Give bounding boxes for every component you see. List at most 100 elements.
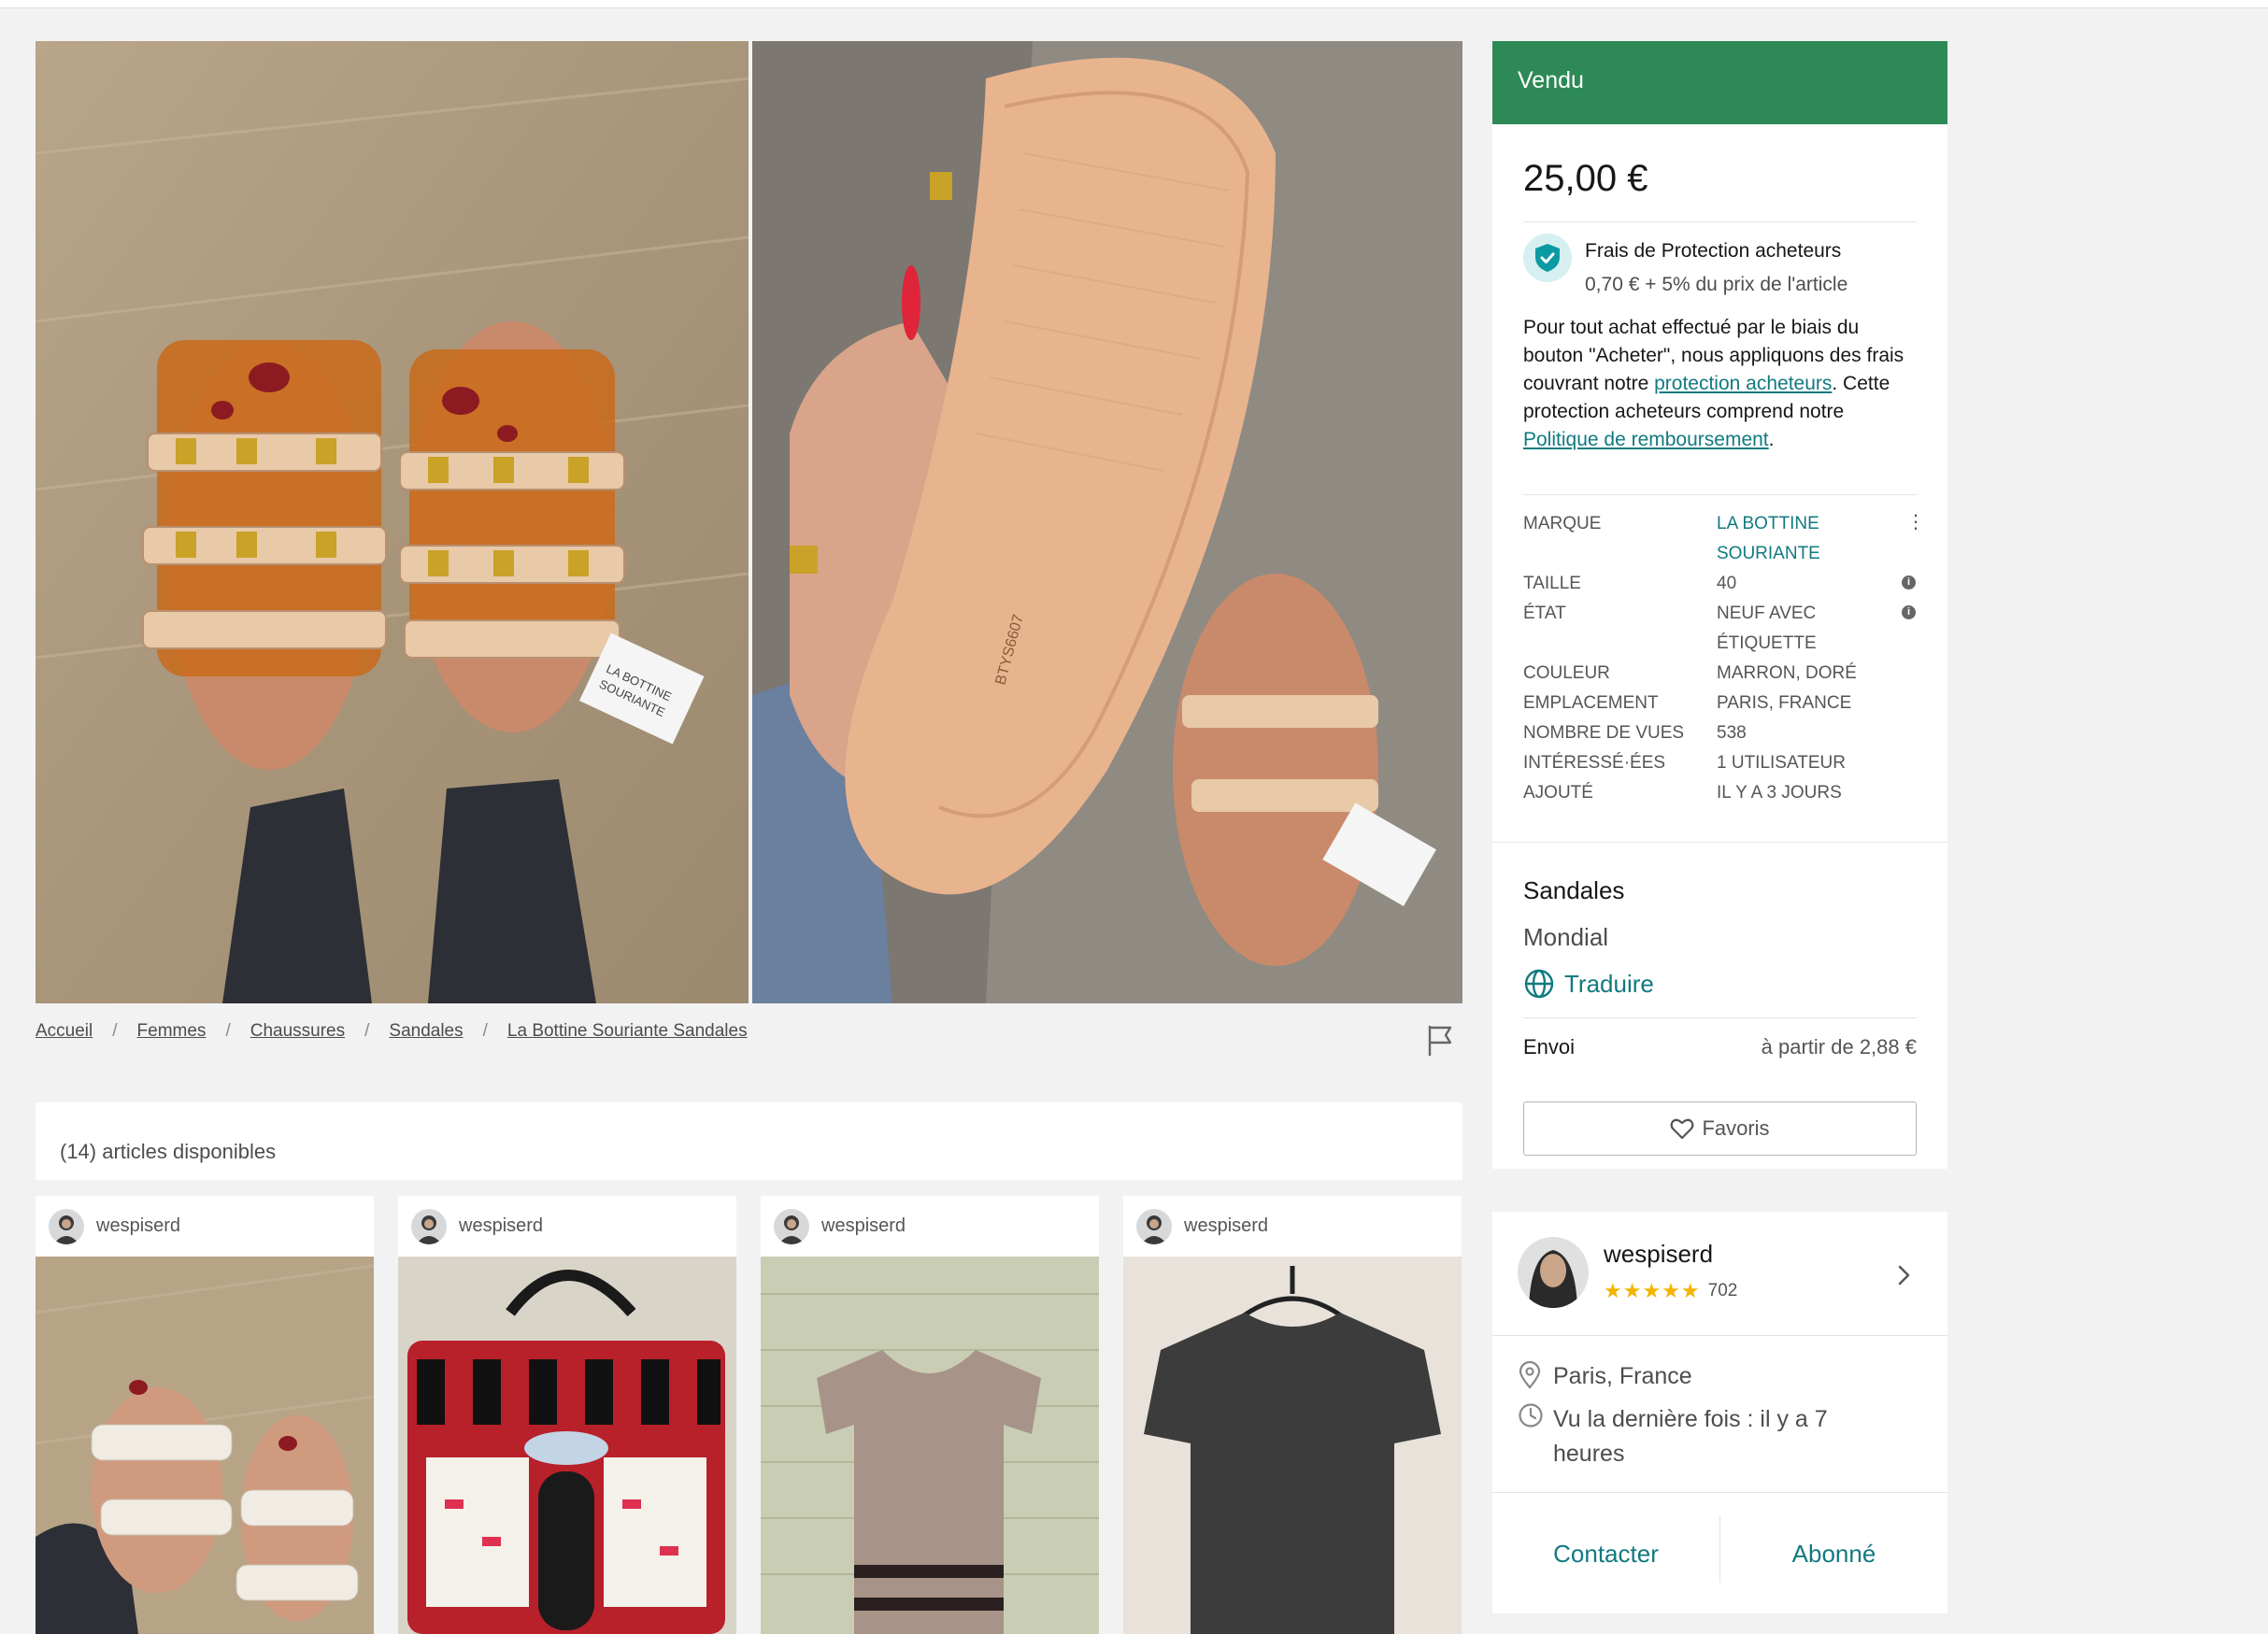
- divider: [1523, 1017, 1917, 1018]
- location-pin-icon: [1518, 1360, 1542, 1394]
- detail-row-added: AJOUTÉ IL Y A 3 JOURS: [1523, 778, 1917, 808]
- item-price: 25,00 €: [1523, 158, 1648, 199]
- kebab-icon[interactable]: ⋮: [1906, 509, 1925, 535]
- refund-policy-link[interactable]: Politique de remboursement: [1523, 429, 1769, 450]
- closet-item-username[interactable]: wespiserd: [821, 1215, 906, 1237]
- closet-item-image[interactable]: [398, 1257, 736, 1634]
- closet-item-image[interactable]: [36, 1257, 374, 1634]
- detail-key: EMPLACEMENT: [1523, 693, 1659, 713]
- chevron-right-icon[interactable]: [1894, 1263, 1913, 1292]
- detail-value: 538: [1717, 723, 1747, 743]
- translate-label: Traduire: [1564, 969, 1654, 998]
- detail-key: INTÉRESSÉ·ÉES: [1523, 753, 1666, 773]
- breadcrumb-brand-sandals[interactable]: La Bottine Souriante Sandales: [507, 1021, 748, 1042]
- detail-value: 40: [1717, 574, 1737, 593]
- closet-item-card[interactable]: wespiserd: [36, 1196, 374, 1634]
- seller-location: Paris, France: [1553, 1363, 1692, 1389]
- clock-icon: [1518, 1402, 1544, 1433]
- breadcrumb-home[interactable]: Accueil: [36, 1021, 93, 1042]
- detail-key: AJOUTÉ: [1523, 783, 1593, 803]
- brand-link[interactable]: LA BOTTINE SOURIANTE: [1717, 509, 1847, 569]
- protection-text-part: .: [1768, 429, 1775, 450]
- seller-actions: Contacter Abonné: [1492, 1492, 1947, 1613]
- detail-row-color: COULEUR MARRON, DORÉ: [1523, 659, 1917, 689]
- follow-button[interactable]: Abonné: [1720, 1493, 1947, 1614]
- detail-key: TAILLE: [1523, 574, 1581, 593]
- shield-check-icon: [1523, 234, 1572, 282]
- item-photo-2[interactable]: BTYS6607: [752, 41, 1462, 1003]
- closet-item-header: wespiserd: [36, 1196, 374, 1257]
- item-details-table: MARQUE LA BOTTINE SOURIANTE ⋮ TAILLE 40 …: [1523, 509, 1925, 808]
- favorite-button[interactable]: Favoris: [1523, 1101, 1917, 1156]
- avatar[interactable]: [49, 1208, 84, 1244]
- heart-icon: [1670, 1118, 1694, 1140]
- closet-item-header: wespiserd: [761, 1196, 1099, 1257]
- detail-value: MARRON, DORÉ: [1717, 663, 1857, 683]
- breadcrumb-shoes[interactable]: Chaussures: [250, 1021, 345, 1042]
- review-count[interactable]: 702: [1708, 1281, 1738, 1301]
- top-bar: [0, 0, 2268, 8]
- closet-item-image[interactable]: [1123, 1257, 1462, 1634]
- seller-avatar[interactable]: [1518, 1237, 1589, 1308]
- detail-key: NOMBRE DE VUES: [1523, 723, 1685, 743]
- breadcrumb-separator: /: [482, 1021, 488, 1041]
- sold-status-banner: Vendu: [1492, 41, 1947, 124]
- detail-value: IL Y A 3 JOURS: [1717, 783, 1842, 803]
- available-items-header: (14) articles disponibles: [36, 1102, 1462, 1180]
- closet-item-username[interactable]: wespiserd: [96, 1215, 180, 1237]
- closet-item-card[interactable]: wespiserd: [761, 1196, 1099, 1634]
- divider: [1523, 221, 1917, 222]
- buyer-protection-link[interactable]: protection acheteurs: [1654, 373, 1832, 394]
- info-icon[interactable]: i: [1902, 575, 1916, 590]
- star-rating-icon: ★★★★★: [1604, 1279, 1701, 1302]
- seller-username[interactable]: wespiserd: [1604, 1240, 1713, 1269]
- closet-item-header: wespiserd: [398, 1196, 736, 1257]
- detail-row-location: EMPLACEMENT PARIS, FRANCE: [1523, 689, 1917, 718]
- closet-item-image[interactable]: [761, 1257, 1099, 1634]
- info-icon[interactable]: i: [1902, 605, 1916, 619]
- shipping-label: Envoi: [1523, 1035, 1576, 1059]
- closet-item-card[interactable]: wespiserd: [398, 1196, 736, 1634]
- avatar[interactable]: [1136, 1208, 1172, 1244]
- avatar[interactable]: [774, 1208, 809, 1244]
- detail-row-interested: INTÉRESSÉ·ÉES 1 UTILISATEUR: [1523, 748, 1917, 778]
- detail-key: MARQUE: [1523, 514, 1602, 533]
- buyer-protection-text: Pour tout achat effectué par le biais du…: [1523, 314, 1920, 454]
- seller-card: wespiserd ★★★★★ 702 Paris, France Vu la …: [1492, 1212, 1947, 1613]
- breadcrumb-separator: /: [225, 1021, 231, 1041]
- buyer-protection-title: Frais de Protection acheteurs: [1585, 240, 1842, 262]
- closet-item-username[interactable]: wespiserd: [1184, 1215, 1268, 1237]
- detail-key: COULEUR: [1523, 663, 1610, 683]
- detail-value: 1 UTILISATEUR: [1717, 753, 1846, 773]
- seller-rating: ★★★★★ 702: [1604, 1279, 1737, 1303]
- detail-row-condition: ÉTAT NEUF AVEC ÉTIQUETTE i: [1523, 599, 1917, 659]
- status-label: Vendu: [1518, 67, 1584, 93]
- divider: [1523, 494, 1917, 495]
- detail-value: PARIS, FRANCE: [1717, 693, 1852, 713]
- divider: [1492, 842, 1947, 843]
- seller-last-seen: Vu la dernière fois : il y a 7 heures: [1553, 1406, 1828, 1467]
- breadcrumb-women[interactable]: Femmes: [137, 1021, 207, 1042]
- divider: [1492, 1335, 1947, 1336]
- item-title: Sandales: [1523, 876, 1625, 904]
- breadcrumb-separator: /: [112, 1021, 118, 1041]
- detail-row-views: NOMBRE DE VUES 538: [1523, 718, 1917, 748]
- detail-key: ÉTAT: [1523, 604, 1566, 623]
- breadcrumb-sandals[interactable]: Sandales: [389, 1021, 463, 1042]
- detail-value: NEUF AVEC ÉTIQUETTE: [1717, 604, 1817, 653]
- closet-item-username[interactable]: wespiserd: [459, 1215, 543, 1237]
- globe-icon: [1524, 969, 1554, 999]
- available-items-label: (14) articles disponibles: [60, 1140, 277, 1163]
- closet-item-card[interactable]: wespiserd: [1123, 1196, 1462, 1634]
- detail-row-brand: MARQUE LA BOTTINE SOURIANTE ⋮: [1523, 509, 1925, 569]
- detail-row-size: TAILLE 40 i: [1523, 569, 1917, 599]
- avatar[interactable]: [411, 1208, 447, 1244]
- buyer-protection-fee: 0,70 € + 5% du prix de l'article: [1585, 274, 1848, 295]
- item-photo-1[interactable]: LA BOTTINE SOURIANTE: [36, 41, 749, 1003]
- breadcrumb-separator: /: [364, 1021, 370, 1041]
- translate-button[interactable]: Traduire: [1523, 968, 1654, 1000]
- flag-icon[interactable]: [1426, 1024, 1456, 1058]
- item-description: Mondial: [1523, 923, 1609, 951]
- item-details-panel: 25,00 € Frais de Protection acheteurs 0,…: [1492, 124, 1947, 1169]
- contact-button[interactable]: Contacter: [1492, 1493, 1719, 1614]
